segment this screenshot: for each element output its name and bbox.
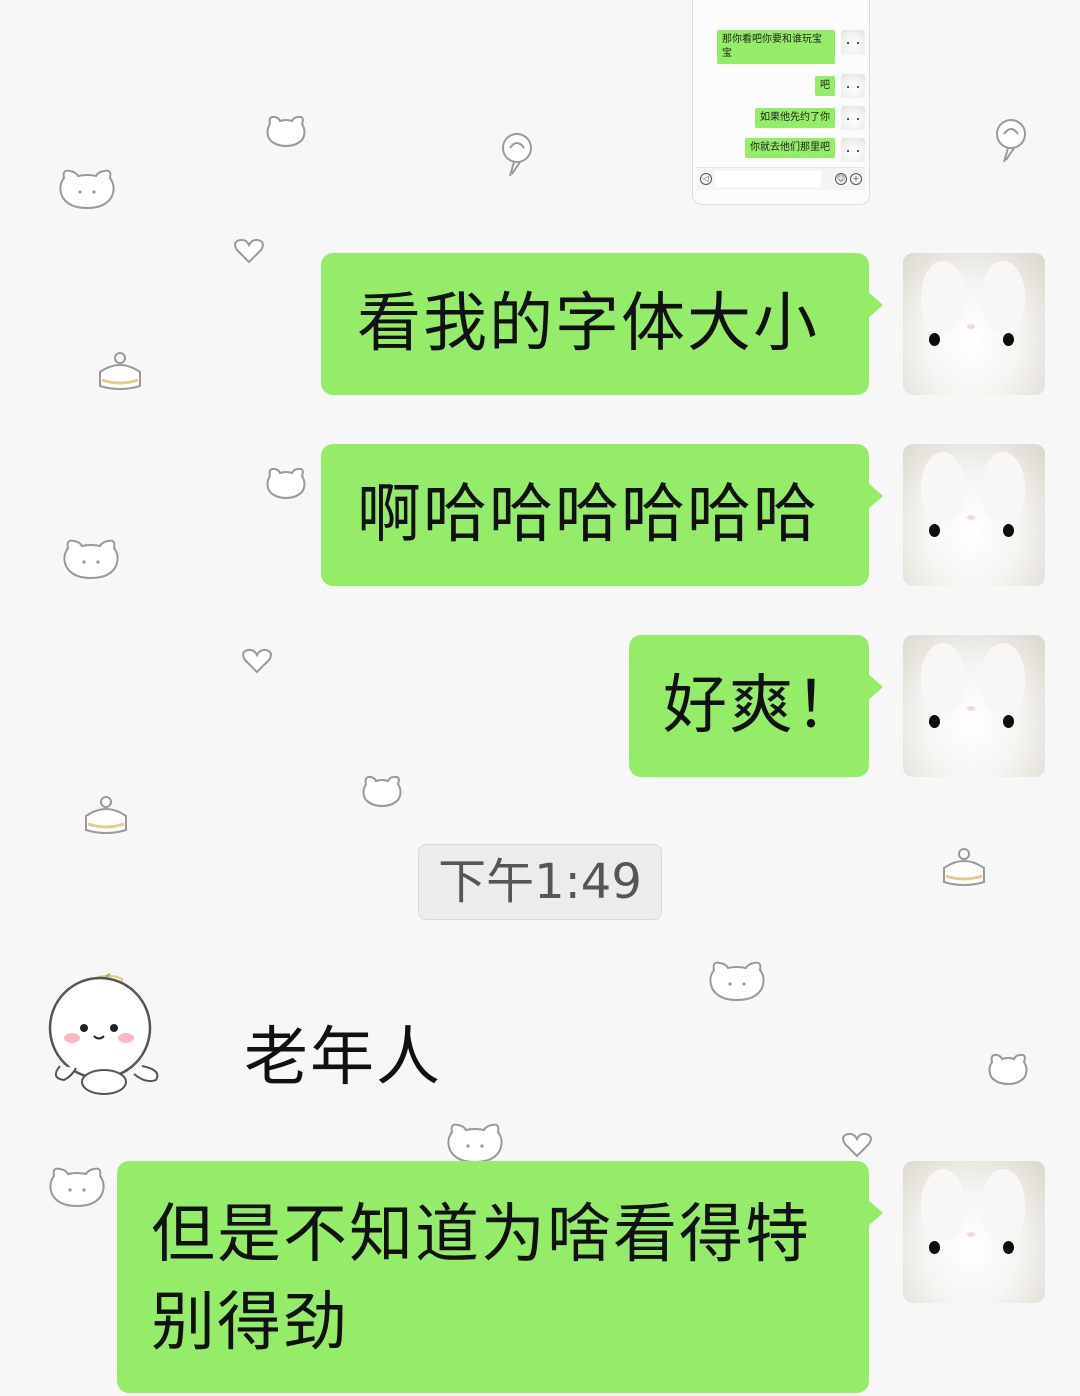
preview-avatar (841, 30, 865, 54)
avatar-eye (1003, 715, 1014, 728)
preview-input-bar: ◁ ☺ + (697, 167, 865, 190)
message-text-line: 别得劲 (151, 1286, 349, 1360)
message-bubble[interactable]: 啊哈哈哈哈哈哈 (321, 444, 883, 586)
message-text: 好爽！ (663, 669, 861, 743)
message-bubble[interactable]: 好爽！ (629, 635, 883, 777)
avatar-eye (1003, 524, 1014, 537)
avatar-nose (967, 324, 975, 329)
avatar[interactable] (903, 444, 1045, 586)
bear-face-doodle (360, 772, 404, 808)
contact-avatar[interactable] (46, 970, 166, 1100)
preview-avatar (841, 74, 865, 98)
timestamp-divider: 下午1:49 (418, 844, 662, 920)
avatar-nose (967, 1232, 975, 1237)
avatar-ear (981, 1169, 1025, 1239)
preview-message: 如果他先约了你 (755, 108, 835, 128)
bear-face-doodle (46, 1164, 108, 1208)
bear-face-doodle (986, 1050, 1030, 1086)
avatar-eye (929, 715, 940, 728)
avatar-eye (1003, 1241, 1014, 1254)
avatar-ear (981, 452, 1025, 522)
emoji-icon: ☺ (835, 173, 847, 185)
avatar-nose (967, 706, 975, 711)
avatar-ear (921, 1169, 965, 1239)
avatar-ear (921, 643, 965, 713)
avatar-eye (1003, 333, 1014, 346)
avatar-eye (929, 524, 940, 537)
preview-message: 吧 (815, 76, 835, 96)
incoming-message-text[interactable]: 老年人 (244, 1006, 442, 1098)
chat-screenshot-preview: 那你看吧你要和谁玩宝宝 吧 如果他先约了你 你就去他们那里吧 ◁ ☺ + (692, 0, 870, 205)
message-text: 看我的字体大小 (357, 287, 819, 361)
message-text: 啊哈哈哈哈哈哈 (357, 478, 819, 552)
preview-input-field (715, 171, 821, 187)
avatar-ear (981, 643, 1025, 713)
avatar-ear (921, 452, 965, 522)
message-bubble[interactable]: 但是不知道为啥看得特 别得劲 (117, 1161, 883, 1393)
avatar[interactable] (903, 253, 1045, 395)
preview-bubble: 那你看吧你要和谁玩宝宝 (717, 30, 835, 64)
avatar-nose (967, 515, 975, 520)
message-bubble[interactable]: 看我的字体大小 (321, 253, 883, 395)
bear-face-doodle (264, 112, 308, 148)
preview-bubble: 你就去他们那里吧 (745, 138, 835, 158)
plus-icon: + (850, 173, 862, 185)
cake-doodle (940, 846, 988, 888)
heart-doodle (234, 238, 264, 264)
avatar[interactable] (903, 635, 1045, 777)
preview-avatar (841, 138, 865, 162)
message-text-line: 但是不知道为啥看得特 (151, 1198, 811, 1272)
bear-face-doodle (60, 536, 122, 580)
avatar-ear (921, 261, 965, 331)
voice-icon: ◁ (700, 173, 712, 185)
preview-bubble: 如果他先约了你 (755, 108, 835, 128)
bear-face-doodle (444, 1120, 506, 1164)
lollipop-doodle (498, 132, 536, 180)
bear-face-doodle (706, 958, 768, 1002)
heart-doodle (842, 1132, 872, 1158)
cake-doodle (82, 794, 130, 836)
heart-doodle (242, 648, 272, 674)
cake-doodle (96, 350, 144, 392)
preview-avatar (841, 106, 865, 130)
avatar-eye (929, 333, 940, 346)
bear-face-doodle (264, 464, 308, 500)
avatar-eye (929, 1241, 940, 1254)
preview-bubble: 吧 (815, 76, 835, 96)
preview-message: 那你看吧你要和谁玩宝宝 (717, 30, 835, 64)
avatar[interactable] (903, 1161, 1045, 1303)
bear-face-doodle (56, 166, 118, 210)
avatar-ear (981, 261, 1025, 331)
preview-message: 你就去他们那里吧 (745, 138, 835, 158)
lollipop-doodle (992, 118, 1030, 166)
